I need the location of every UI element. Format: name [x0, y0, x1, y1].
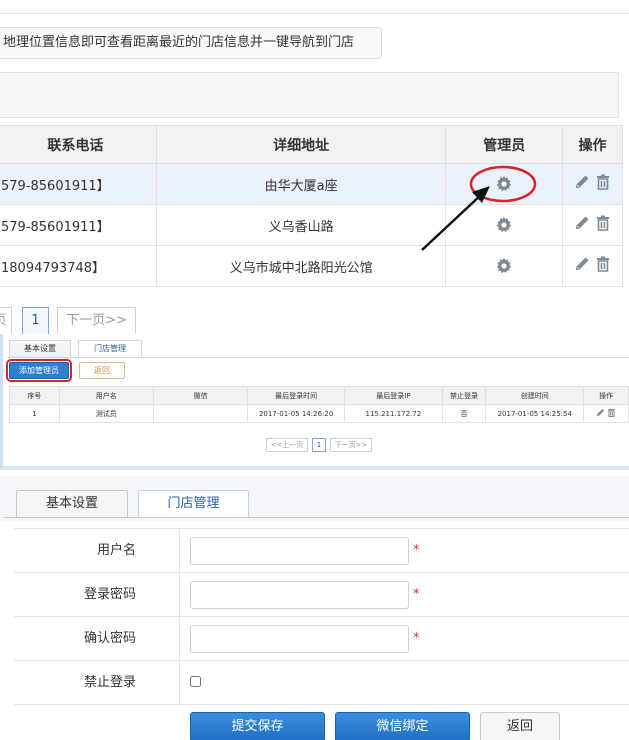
required-mark: * [413, 587, 420, 602]
ban-login-checkbox[interactable] [190, 676, 201, 687]
col-banned: 禁止登录 [441, 386, 487, 405]
required-mark: * [413, 631, 420, 646]
admin-list-panel: 基本设置 门店管理 添加管理员 返回 序号 用户名 微信 最后登录时间 最后登录… [0, 334, 629, 470]
username-input[interactable] [190, 537, 409, 565]
password-input[interactable] [190, 581, 409, 609]
tab-basic-settings[interactable]: 基本设置 [16, 490, 128, 517]
cell-phone: 579-85601911】 [0, 204, 157, 246]
col-address: 详细地址 [155, 125, 447, 164]
col-last-login-time: 最后登录时间 [247, 386, 346, 405]
add-admin-button[interactable]: 添加管理员 [6, 359, 72, 382]
cell-last-login-time: 2017-01-05 14:26:20 [247, 404, 346, 423]
gear-icon[interactable] [496, 258, 512, 274]
tab-divider [7, 357, 629, 358]
top-divider [0, 13, 629, 14]
ban-login-label: 禁止登录 [14, 661, 180, 705]
col-created: 创建时间 [485, 386, 585, 405]
cell-last-login-ip: 115.211.172.72 [344, 404, 443, 423]
annotation-overlay [421, 165, 537, 251]
cell-address: 义乌市城中北路阳光公馆 [155, 245, 447, 287]
form-row-ban-login: 禁止登录 [14, 661, 629, 705]
col-phone: 联系电话 [0, 125, 157, 164]
trash-icon[interactable] [595, 174, 611, 190]
table-row: 1 测试员 2017-01-05 14:26:20 115.211.172.72… [9, 404, 629, 423]
back-button[interactable]: 返回 [480, 712, 560, 740]
location-notice: 地理位置信息即可查看距离最近的门店信息并一键导航到门店 [0, 27, 382, 59]
col-wechat: 微信 [152, 386, 249, 405]
cell-phone: 18094793748】 [0, 245, 157, 287]
tab-basic-settings[interactable]: 基本设置 [9, 340, 71, 357]
prev-page-link[interactable]: 页 [0, 307, 12, 334]
col-actions: 操作 [583, 386, 629, 405]
page-1-link[interactable]: 1 [22, 307, 49, 334]
form-row-confirm-password: 确认密码 * [14, 617, 629, 661]
pencil-icon[interactable] [574, 256, 590, 272]
pencil-icon[interactable] [574, 215, 590, 231]
cell-address: 义乌香山路 [155, 204, 447, 246]
cell-username: 测试员 [58, 404, 154, 423]
col-actions: 操作 [562, 125, 623, 164]
admin-table: 序号 用户名 微信 最后登录时间 最后登录IP 禁止登录 创建时间 操作 1 测… [9, 386, 629, 423]
admin-form-panel: 基本设置 门店管理 用户名 * 登录密码 * 确认密码 * 禁止登录 提交保存 … [0, 470, 629, 740]
col-username: 用户名 [58, 386, 154, 405]
pencil-icon[interactable] [574, 174, 590, 190]
annotation-arrow [421, 193, 483, 251]
store-list-panel: 地理位置信息即可查看距离最近的门店信息并一键导航到门店 联系电话 详细地址 管理… [0, 0, 629, 334]
submit-button[interactable]: 提交保存 [190, 712, 325, 740]
col-index: 序号 [9, 386, 60, 405]
pencil-icon[interactable] [596, 408, 605, 417]
required-mark: * [413, 543, 420, 558]
admin-form: 用户名 * 登录密码 * 确认密码 * 禁止登录 [14, 528, 629, 705]
back-button[interactable]: 返回 [79, 362, 125, 379]
form-row-username: 用户名 * [14, 529, 629, 573]
next-page-link[interactable]: 下一页>> [57, 307, 136, 334]
trash-icon[interactable] [595, 256, 611, 272]
form-row-password: 登录密码 * [14, 573, 629, 617]
col-last-login-ip: 最后登录IP [344, 386, 443, 405]
cell-banned: 否 [441, 404, 487, 423]
username-label: 用户名 [14, 529, 180, 573]
prev-page-link[interactable]: <<上一页 [266, 438, 308, 452]
confirm-password-input[interactable] [190, 625, 409, 653]
cell-address: 由华大厦a座 [155, 163, 447, 205]
password-label: 登录密码 [14, 573, 180, 617]
tab-store-management[interactable]: 门店管理 [138, 490, 249, 518]
wechat-bind-button[interactable]: 微信绑定 [335, 712, 470, 740]
trash-icon[interactable] [595, 215, 611, 231]
page-1-link[interactable]: 1 [312, 438, 326, 452]
cell-index: 1 [9, 404, 60, 423]
cell-wechat [152, 404, 249, 423]
next-page-link[interactable]: 下一页>> [330, 438, 372, 452]
cell-phone: 579-85601911】 [0, 163, 157, 205]
trash-icon[interactable] [607, 408, 616, 417]
cell-created: 2017-01-05 14:25:54 [485, 404, 585, 423]
filter-bar [0, 72, 619, 118]
tab-store-management[interactable]: 门店管理 [78, 340, 142, 357]
table-header-row: 序号 用户名 微信 最后登录时间 最后登录IP 禁止登录 创建时间 操作 [9, 386, 629, 405]
confirm-password-label: 确认密码 [14, 617, 180, 661]
tab-divider [4, 517, 629, 518]
